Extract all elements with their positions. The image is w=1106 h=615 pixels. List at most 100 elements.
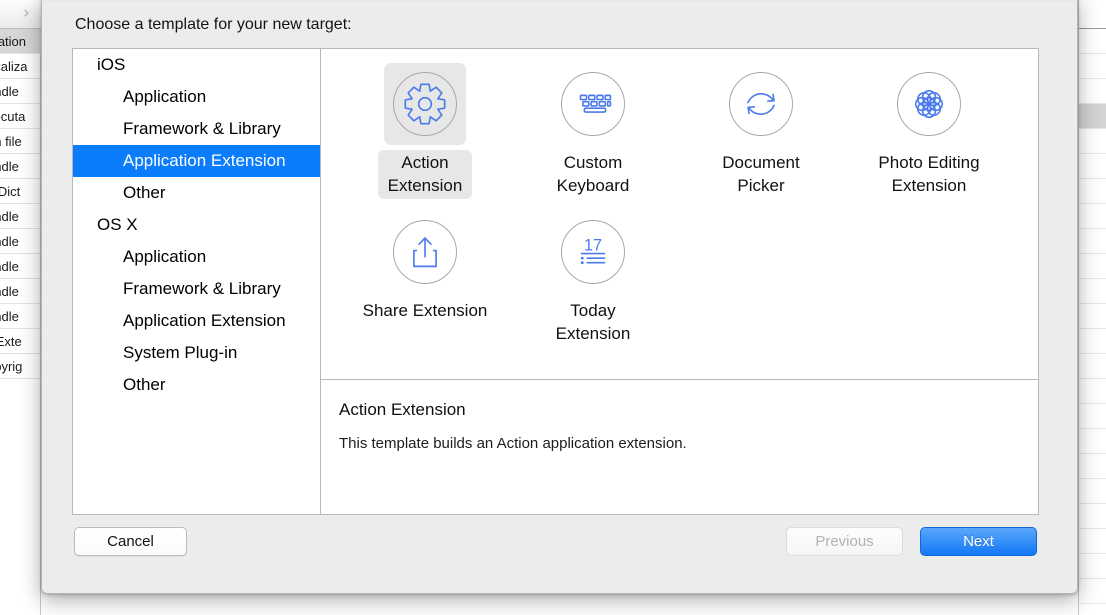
template-icon-box [384, 63, 466, 145]
sidebar-item[interactable]: Application [73, 81, 320, 113]
sidebar-item-label: System Plug-in [123, 343, 237, 362]
plist-row[interactable]: foDict [0, 179, 41, 204]
plist-value-row[interactable] [1079, 29, 1106, 54]
plist-row[interactable]: on file [0, 129, 41, 154]
plist-row[interactable]: ocaliza [0, 54, 41, 79]
sidebar-item[interactable]: Framework & Library [73, 113, 320, 145]
sidebar-item[interactable]: Other [73, 177, 320, 209]
plist-value-row[interactable] [1079, 454, 1106, 479]
sidebar-item[interactable]: Application Extension [73, 145, 320, 177]
new-target-template-sheet: Choose a template for your new target: i… [41, 0, 1078, 594]
plist-row-label: on file [0, 129, 41, 154]
sheet-title: Choose a template for your new target: [75, 16, 352, 34]
gear-icon [393, 72, 457, 136]
plist-value-row[interactable] [1079, 154, 1106, 179]
plist-value-row[interactable] [1079, 529, 1106, 554]
template-description-panel: Action Extension This template builds an… [321, 380, 1038, 514]
plist-value-row[interactable] [1079, 204, 1106, 229]
plist-value-row[interactable] [1079, 279, 1106, 304]
plist-row[interactable]: xecuta [0, 104, 41, 129]
plist-value-row[interactable] [1079, 254, 1106, 279]
keyboard-icon [561, 72, 625, 136]
sidebar-item[interactable]: Application Extension [73, 305, 320, 337]
plist-value-row[interactable] [1079, 379, 1106, 404]
plist-value-row[interactable] [1079, 179, 1106, 204]
template-tile[interactable]: CustomKeyboard [509, 59, 677, 199]
plist-row[interactable]: opyrig [0, 354, 41, 379]
plist-value-row[interactable] [1079, 429, 1106, 454]
sidebar-item-label: Framework & Library [123, 119, 281, 138]
sidebar-item-label: iOS [97, 55, 125, 74]
plist-row[interactable]: SExte [0, 329, 41, 354]
description-title: Action Extension [339, 400, 1038, 420]
screen: › mationocalizaundlexecutaon fileundlefo… [0, 0, 1106, 615]
plist-row[interactable]: undle [0, 204, 41, 229]
plist-row[interactable]: undle [0, 279, 41, 304]
plist-row-label: undle [0, 204, 41, 229]
sidebar-item[interactable]: OS X [73, 209, 320, 241]
plist-row-label: undle [0, 254, 41, 279]
plist-row[interactable]: mation [0, 29, 41, 54]
plist-row[interactable]: undle [0, 254, 41, 279]
plist-value-row[interactable] [1079, 229, 1106, 254]
template-tile[interactable]: 17TodayExtension [509, 207, 677, 347]
platform-category-sidebar[interactable]: iOSApplicationFramework & LibraryApplica… [73, 49, 321, 514]
plist-row[interactable]: undle [0, 79, 41, 104]
sidebar-item-label: Other [123, 183, 166, 202]
template-chooser-box: iOSApplicationFramework & LibraryApplica… [72, 48, 1039, 515]
chevron-right-icon[interactable]: › [23, 6, 37, 22]
refresh-circle-icon [729, 72, 793, 136]
sheet-top-shadow [42, 0, 1077, 1]
share-upload-icon [393, 220, 457, 284]
plist-row[interactable]: undle [0, 229, 41, 254]
plist-column-header: › [0, 0, 41, 29]
plist-value-row[interactable] [1079, 329, 1106, 354]
plist-value-row[interactable] [1079, 404, 1106, 429]
plist-value-row[interactable] [1079, 354, 1106, 379]
plist-row-label: foDict [0, 179, 41, 204]
sidebar-item[interactable]: iOS [73, 49, 320, 81]
sidebar-item[interactable]: Framework & Library [73, 273, 320, 305]
template-icon-box: 17 [552, 211, 634, 293]
plist-row-label: mation [0, 29, 41, 54]
template-tile[interactable]: ActionExtension [341, 59, 509, 199]
template-grid[interactable]: ActionExtension CustomKeyboard DocumentPic… [321, 49, 1038, 355]
plist-value-column [1078, 0, 1106, 615]
template-tile[interactable]: Photo EditingExtension [845, 59, 1013, 199]
template-icon-box [720, 63, 802, 145]
plist-value-row[interactable] [1079, 129, 1106, 154]
flower-petals-icon [897, 72, 961, 136]
plist-row-label: undle [0, 279, 41, 304]
sidebar-item[interactable]: Other [73, 369, 320, 401]
template-tile[interactable]: Share Extension [341, 207, 509, 347]
template-tile-label: DocumentPicker [712, 150, 809, 199]
template-tile-label: ActionExtension [378, 150, 473, 199]
sidebar-item[interactable]: System Plug-in [73, 337, 320, 369]
plist-row-label: undle [0, 229, 41, 254]
plist-value-row[interactable] [1079, 304, 1106, 329]
previous-button[interactable]: Previous [786, 527, 903, 556]
plist-value-row[interactable] [1079, 54, 1106, 79]
plist-row-label: SExte [0, 329, 41, 354]
svg-text:17: 17 [584, 237, 602, 255]
template-tile-label: Share Extension [353, 298, 498, 324]
sidebar-item-label: Application Extension [123, 151, 286, 170]
plist-row-label: undle [0, 154, 41, 179]
plist-row[interactable]: undle [0, 304, 41, 329]
sidebar-item[interactable]: Application [73, 241, 320, 273]
plist-value-row[interactable] [1079, 479, 1106, 504]
plist-row[interactable]: undle [0, 154, 41, 179]
plist-row-label: opyrig [0, 354, 41, 379]
plist-key-column: › mationocalizaundlexecutaon fileundlefo… [0, 0, 41, 615]
plist-value-row[interactable] [1079, 554, 1106, 579]
plist-value-row[interactable] [1079, 579, 1106, 604]
plist-value-row[interactable] [1079, 79, 1106, 104]
plist-value-row[interactable] [1079, 104, 1106, 129]
template-tile-label: Photo EditingExtension [868, 150, 989, 199]
next-button[interactable]: Next [920, 527, 1037, 556]
template-tile[interactable]: DocumentPicker [677, 59, 845, 199]
plist-value-row[interactable] [1079, 504, 1106, 529]
sidebar-item-label: OS X [97, 215, 138, 234]
cancel-button[interactable]: Cancel [74, 527, 187, 556]
plist-row-label: undle [0, 304, 41, 329]
